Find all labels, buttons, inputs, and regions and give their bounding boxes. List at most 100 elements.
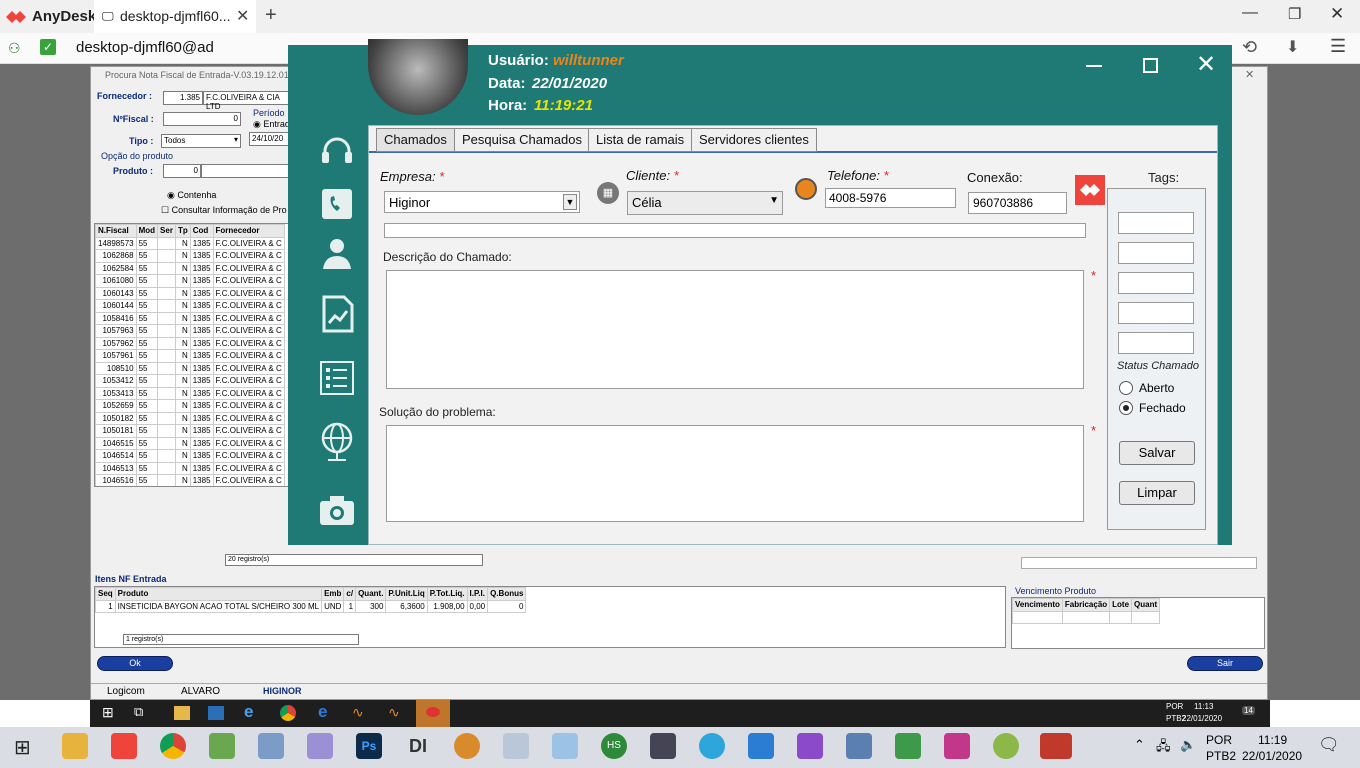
table-row[interactable]: 1060144 55 N 1385 F.C.OLIVEIRA & C <box>95 299 285 313</box>
table-row[interactable]: 1046515 55 N 1385 F.C.OLIVEIRA & C <box>95 436 285 450</box>
nf-grid[interactable]: N.Fiscal Mod Ser Tp Cod Fornecedor 14898573 55 N… <box>94 223 290 487</box>
remote-start-icon[interactable]: ⊞ <box>102 704 114 721</box>
tag-input-2[interactable] <box>1118 242 1194 264</box>
table-row[interactable]: 1062868 55 N 1385 F.C.OLIVEIRA & C <box>95 249 285 263</box>
table-row[interactable]: 1046513 55 N 1385 F.C.OLIVEIRA & C <box>95 461 285 475</box>
table-row[interactable]: 1 INSETICIDA BAYGON ACAO TOTAL S/CHEIRO 3… <box>95 599 527 613</box>
add-user-icon[interactable] <box>318 235 356 269</box>
column-header[interactable]: Lote <box>1109 598 1133 612</box>
conexao-input[interactable]: 960703886 <box>968 192 1067 214</box>
solucao-textarea[interactable] <box>386 425 1084 522</box>
ok-button[interactable]: Ok <box>97 656 173 671</box>
remote-app-icon-1[interactable]: ∿ <box>352 704 364 721</box>
download-icon[interactable]: ⬇ <box>1286 37 1299 57</box>
close-tab-icon[interactable]: ✕ <box>236 6 249 26</box>
close-window-icon[interactable]: ✕ <box>1330 4 1344 24</box>
table-row[interactable]: 1053412 55 N 1385 F.C.OLIVEIRA & C <box>95 374 285 388</box>
app-icon-10[interactable] <box>503 733 529 759</box>
column-header[interactable]: Mod <box>135 224 159 238</box>
cliente-select[interactable]: Célia ▼ <box>627 191 783 215</box>
paint-icon[interactable] <box>307 733 333 759</box>
contenha-radio[interactable]: ◉ Contenha <box>167 190 216 201</box>
remote-address[interactable]: desktop-djmfl60@ad <box>76 39 214 56</box>
dialog-minimize-icon[interactable] <box>1086 65 1102 67</box>
di-icon[interactable]: DI <box>405 733 431 759</box>
descricao-textarea[interactable] <box>386 270 1084 389</box>
app-icon-18[interactable] <box>895 733 921 759</box>
dialog-maximize-icon[interactable] <box>1143 58 1158 73</box>
date-input[interactable]: 24/10/20 <box>249 132 289 146</box>
sair-button[interactable]: Sair <box>1187 656 1263 671</box>
tag-input-1[interactable] <box>1118 212 1194 234</box>
table-row[interactable]: 1058416 55 N 1385 F.C.OLIVEIRA & C <box>95 311 285 325</box>
produto-name[interactable] <box>201 164 289 178</box>
column-header[interactable]: Tp <box>174 224 191 238</box>
table-row[interactable]: 1053413 55 N 1385 F.C.OLIVEIRA & C <box>95 386 285 400</box>
dialog-close-icon[interactable]: ✕ <box>1196 50 1216 79</box>
table-row[interactable]: 1050182 55 N 1385 F.C.OLIVEIRA & C <box>95 411 285 425</box>
postgres-icon[interactable] <box>846 733 872 759</box>
tray-chevron-icon[interactable]: ⌃ <box>1134 737 1145 753</box>
table-row[interactable]: 1062584 55 N 1385 F.C.OLIVEIRA & C <box>95 261 285 275</box>
notepad-icon[interactable] <box>209 733 235 759</box>
camera-icon[interactable] <box>318 493 356 527</box>
remote-app-icon-2[interactable]: ∿ <box>388 704 400 721</box>
empresa-dropdown-icon[interactable]: ▼ <box>563 194 577 210</box>
report-chart-icon[interactable] <box>318 295 356 333</box>
tag-input-5[interactable] <box>1118 332 1194 354</box>
produto-code[interactable]: 0 <box>163 164 201 178</box>
cliente-dropdown-icon[interactable]: ▼ <box>769 195 779 206</box>
history-icon[interactable]: ⟲ <box>1242 37 1257 58</box>
menu-icon[interactable]: ☰ <box>1330 36 1346 57</box>
globe-network-icon[interactable] <box>318 421 356 461</box>
empresa-select[interactable]: Higinor ▼ <box>384 191 580 213</box>
telefone-input[interactable]: 4008-5976 <box>825 188 956 208</box>
horizontal-scrollbar[interactable] <box>1021 557 1257 569</box>
app-icon-5[interactable] <box>258 733 284 759</box>
table-row[interactable]: 108510 55 N 1385 F.C.OLIVEIRA & C <box>95 361 285 375</box>
column-header[interactable]: Fabricação <box>1061 598 1111 612</box>
remote-taskview-icon[interactable]: ⧉ <box>134 704 143 720</box>
app-icon-19[interactable] <box>944 733 970 759</box>
tab-servidores-clientes[interactable]: Servidores clientes <box>691 128 817 152</box>
fornecedor-code[interactable]: 1.385 <box>163 91 203 105</box>
explorer-icon[interactable] <box>62 733 88 759</box>
column-header[interactable]: P.Unit.Liq <box>385 587 428 601</box>
local-layout[interactable]: PTB2 <box>1206 749 1236 763</box>
local-time[interactable]: 11:19 <box>1258 733 1287 747</box>
column-header[interactable]: Quant. <box>355 587 387 601</box>
remote-edge-icon[interactable]: e <box>318 702 327 722</box>
local-date[interactable]: 22/01/2020 <box>1242 749 1302 763</box>
vscode-icon[interactable] <box>748 733 774 759</box>
table-row[interactable]: 14898573 55 N 1385 F.C.OLIVEIRA & C <box>95 236 285 250</box>
session-tab[interactable]: 🖵 desktop-djmfl60... ✕ <box>94 0 256 33</box>
remote-chrome-icon[interactable] <box>280 705 296 721</box>
remote-anydesk-icon[interactable] <box>416 700 450 727</box>
nfiscal-input[interactable]: 0 <box>163 112 241 126</box>
column-header[interactable]: Ser <box>157 224 176 238</box>
telegram-icon[interactable] <box>699 733 725 759</box>
new-tab-icon[interactable]: + <box>265 4 277 27</box>
periodo-entrada-radio[interactable]: ◉ Entrad <box>253 119 290 130</box>
assunto-input[interactable] <box>384 223 1086 238</box>
column-header[interactable]: P.Tot.Liq. <box>426 587 468 601</box>
headset-icon[interactable] <box>318 133 356 167</box>
column-header[interactable]: Seq <box>95 587 116 601</box>
phone-book-icon[interactable] <box>318 185 356 219</box>
table-row[interactable]: 1046516 55 N 1385 F.C.OLIVEIRA & C <box>95 474 285 486</box>
tab-pesquisa-chamados[interactable]: Pesquisa Chamados <box>454 128 590 152</box>
column-header[interactable]: I.P.I. <box>466 587 489 601</box>
column-header[interactable]: Vencimento <box>1012 598 1063 612</box>
fornecedor-name[interactable]: F.C.OLIVEIRA & CIA LTD <box>203 91 289 111</box>
salvar-button[interactable]: Salvar <box>1119 441 1195 465</box>
venc-grid[interactable]: Vencimento Fabricação Lote Quant <box>1011 597 1265 649</box>
remote-notif-count[interactable]: 14 <box>1242 706 1255 715</box>
column-header[interactable]: c/ <box>343 587 357 601</box>
network-icon[interactable]: 🖧 <box>1156 737 1171 759</box>
restore-icon[interactable]: ❐ <box>1288 5 1301 23</box>
table-row[interactable]: 1046514 55 N 1385 F.C.OLIVEIRA & C <box>95 449 285 463</box>
limpar-button[interactable]: Limpar <box>1119 481 1195 505</box>
table-row[interactable]: 1052659 55 N 1385 F.C.OLIVEIRA & C <box>95 399 285 413</box>
legacy-close-icon[interactable]: ✕ <box>1245 68 1254 81</box>
client-user-icon[interactable] <box>795 178 817 200</box>
